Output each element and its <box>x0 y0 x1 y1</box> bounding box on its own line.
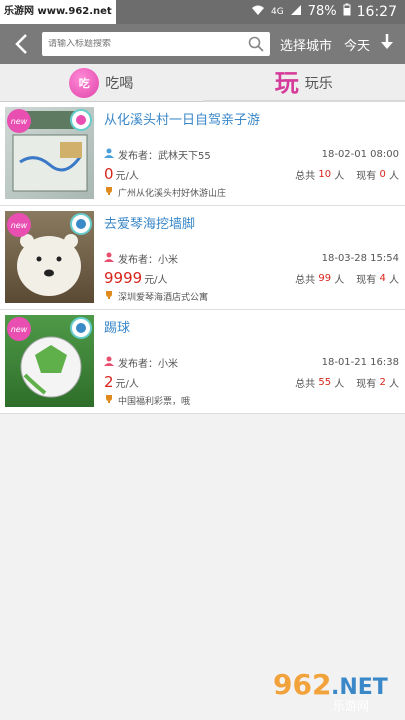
new-badge: new <box>7 213 31 237</box>
people-unit: 人 <box>334 274 345 286</box>
location-text: 中国福利彩票，哦 <box>118 397 191 407</box>
eat-icon: 吃 <box>69 67 100 98</box>
current-label: 现有 <box>356 170 377 182</box>
search-box[interactable] <box>42 32 270 56</box>
user-icon <box>104 356 114 369</box>
price-value: 9999 <box>104 269 143 287</box>
signal-icon <box>290 0 302 24</box>
current-label: 现有 <box>356 274 377 286</box>
search-icon[interactable] <box>248 36 264 56</box>
people-unit: 人 <box>389 274 399 286</box>
publisher-avatar <box>70 109 92 131</box>
activity-title[interactable]: 去爱琴海挖墙脚 <box>104 213 399 232</box>
total-count: 10 <box>318 168 332 180</box>
total-count: 55 <box>318 376 332 388</box>
trophy-icon <box>104 186 114 199</box>
watermark-logo-number: 962 <box>273 668 331 701</box>
download-icon[interactable] <box>380 33 394 55</box>
price-unit: 元/人 <box>144 274 168 286</box>
publisher-avatar <box>70 317 92 339</box>
activity-date: 18-02-01 08:00 <box>321 149 399 160</box>
clock: 16:27 <box>356 4 397 20</box>
tab-eat-drink[interactable]: 吃 吃喝 <box>0 64 203 101</box>
price-unit: 元/人 <box>115 378 139 390</box>
date-filter-button[interactable]: 今天 <box>344 35 370 54</box>
status-bar: 乐游网 www.962.net 4G 78% 16:27 <box>0 0 405 24</box>
activity-thumbnail: new <box>5 315 94 407</box>
watermark-logo-domain: .NET <box>331 675 388 700</box>
battery-percent: 78% <box>307 4 337 19</box>
wifi-icon <box>251 0 265 24</box>
search-input[interactable] <box>48 39 238 49</box>
back-button[interactable] <box>8 31 34 57</box>
watermark-logo-subtitle: 乐游网 <box>333 699 369 713</box>
total-label: 总共 <box>295 378 316 390</box>
battery-icon <box>343 0 351 24</box>
select-city-button[interactable]: 选择城市 <box>280 35 332 54</box>
watermark-text: 乐游网 www.962.net <box>0 0 116 24</box>
play-icon: 玩 <box>274 68 299 97</box>
new-badge: new <box>7 317 31 341</box>
activity-title[interactable]: 踢球 <box>104 317 399 336</box>
user-icon <box>104 148 114 161</box>
publisher-avatar <box>70 213 92 235</box>
top-navbar: 选择城市 今天 <box>0 24 405 64</box>
tab-play-label: 玩乐 <box>304 75 333 92</box>
list-item[interactable]: new 去爱琴海挖墙脚 发布者：小米 18-03-28 15:54 9999 元… <box>0 206 405 310</box>
category-tabs: 吃 吃喝 玩 玩乐 <box>0 64 405 102</box>
activity-list: new 从化溪头村一日自驾亲子游 发布者：武林天下55 18-02-01 08:… <box>0 102 405 414</box>
current-count: 2 <box>379 376 386 388</box>
user-icon <box>104 252 114 265</box>
tab-play[interactable]: 玩 玩乐 <box>202 64 405 102</box>
location-text: 广州从化溪头村好休游山庄 <box>118 189 227 199</box>
new-badge: new <box>7 109 31 133</box>
activity-title[interactable]: 从化溪头村一日自驾亲子游 <box>104 109 399 128</box>
activity-thumbnail: new <box>5 107 94 199</box>
people-unit: 人 <box>334 378 345 390</box>
activity-date: 18-01-21 16:38 <box>321 357 399 368</box>
price-value: 2 <box>104 373 114 391</box>
publisher-text: 发布者：小米 <box>118 359 178 370</box>
publisher-text: 发布者：武林天下55 <box>118 151 211 162</box>
current-label: 现有 <box>356 378 377 390</box>
tab-eat-drink-label: 吃喝 <box>105 75 134 92</box>
activity-thumbnail: new <box>5 211 94 303</box>
list-item[interactable]: new 踢球 发布者：小米 18-01-21 16:38 2 元/人 总共 55 <box>0 310 405 414</box>
chevron-left-icon <box>15 34 27 54</box>
total-label: 总共 <box>295 274 316 286</box>
current-count: 0 <box>379 168 386 180</box>
trophy-icon <box>104 290 114 303</box>
location-text: 深圳爱琴海酒店式公寓 <box>118 293 209 303</box>
people-unit: 人 <box>334 170 345 182</box>
people-unit: 人 <box>389 170 399 182</box>
site-watermark-logo: 962 .NET 乐游网 <box>269 664 399 714</box>
trophy-icon <box>104 394 114 407</box>
network-label: 4G <box>271 7 284 17</box>
publisher-text: 发布者：小米 <box>118 255 178 266</box>
total-label: 总共 <box>295 170 316 182</box>
price-value: 0 <box>104 165 114 183</box>
list-item[interactable]: new 从化溪头村一日自驾亲子游 发布者：武林天下55 18-02-01 08:… <box>0 102 405 206</box>
people-unit: 人 <box>389 378 399 390</box>
current-count: 4 <box>379 272 386 284</box>
price-unit: 元/人 <box>115 170 139 182</box>
activity-date: 18-03-28 15:54 <box>321 253 399 264</box>
total-count: 99 <box>318 272 332 284</box>
